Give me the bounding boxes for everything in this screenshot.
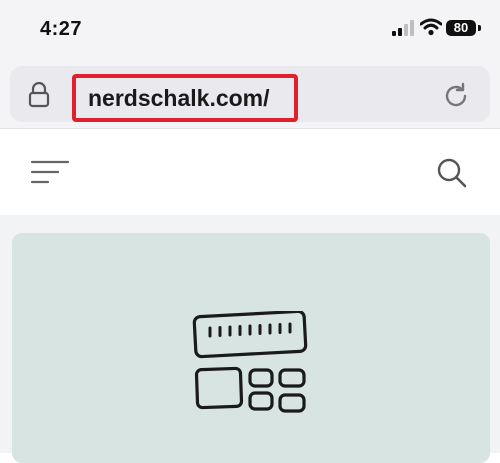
url-text[interactable]: nerdschalk.com/ [72, 74, 298, 122]
url-field[interactable]: nerdschalk.com/ [10, 66, 490, 122]
hero-card[interactable] [12, 233, 490, 463]
wifi-icon [419, 18, 443, 41]
reload-icon[interactable] [442, 82, 470, 115]
search-icon[interactable] [436, 157, 468, 194]
menu-icon[interactable] [30, 159, 70, 190]
status-time: 4:27 [40, 18, 83, 40]
lock-icon [28, 81, 50, 113]
cellular-signal-icon [392, 20, 414, 41]
battery-icon: 80 [446, 20, 476, 36]
battery-cap [478, 25, 481, 31]
site-header [0, 129, 500, 215]
status-bar: 4:27 80 [0, 0, 500, 60]
layout-grid-icon [192, 309, 322, 428]
browser-address-bar: nerdschalk.com/ [0, 60, 500, 129]
